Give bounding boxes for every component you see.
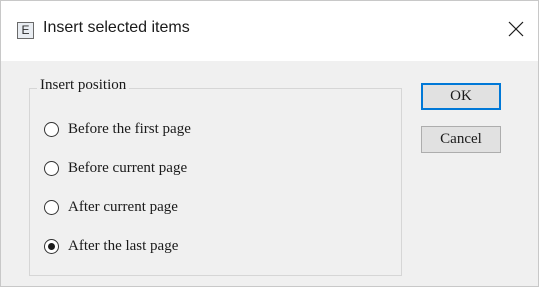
radio-indicator[interactable]	[44, 121, 59, 137]
radio-label: Before current page	[68, 159, 188, 176]
radio-after-current-page[interactable]: After current page	[44, 196, 178, 218]
dialog-title: Insert selected items	[43, 19, 190, 36]
group-legend: Insert position	[37, 77, 130, 94]
radio-indicator[interactable]	[44, 199, 59, 215]
radio-after-last-page[interactable]: After the last page	[44, 235, 178, 257]
app-icon: E	[17, 22, 34, 39]
radio-indicator[interactable]	[44, 238, 59, 254]
radio-label: After the last page	[68, 237, 179, 254]
title-bar[interactable]: E Insert selected items	[1, 1, 538, 61]
radio-before-current-page[interactable]: Before current page	[44, 157, 187, 179]
radio-before-first-page[interactable]: Before the first page	[44, 118, 191, 140]
ok-button[interactable]: OK	[421, 83, 501, 110]
radio-label: After current page	[68, 198, 178, 215]
cancel-button[interactable]: Cancel	[421, 126, 501, 153]
radio-label: Before the first page	[68, 120, 191, 137]
dialog-window: E Insert selected items Insert position …	[0, 0, 539, 287]
close-icon	[508, 21, 524, 37]
radio-indicator[interactable]	[44, 160, 59, 176]
close-button[interactable]	[500, 13, 532, 45]
